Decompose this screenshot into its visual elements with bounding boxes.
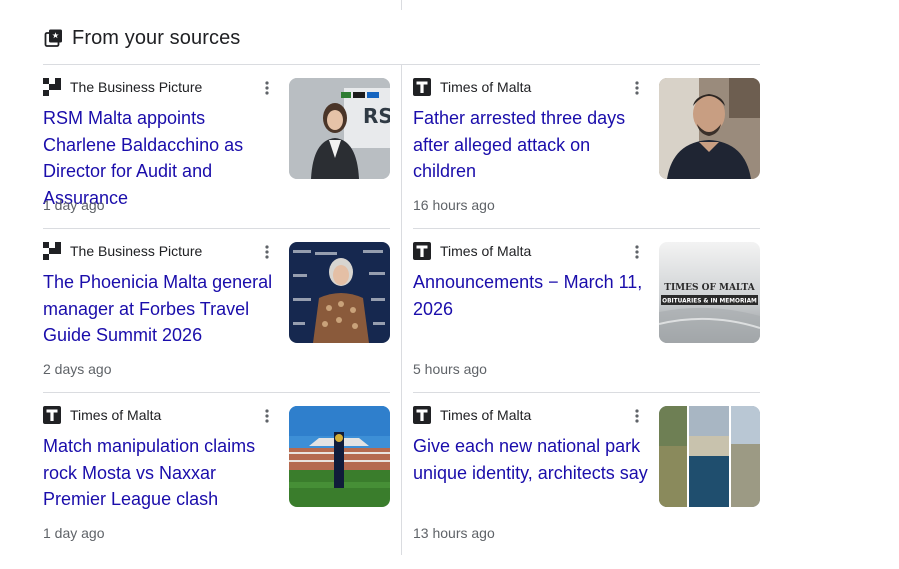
article-thumbnail[interactable]	[659, 78, 760, 179]
more-vert-icon	[635, 81, 639, 95]
more-options-button[interactable]	[257, 79, 277, 97]
more-vert-icon	[265, 245, 269, 259]
news-grid: The Business Picture RSM Malta appoints …	[43, 65, 760, 555]
thumbnail-image	[659, 406, 760, 507]
times-of-malta-logo-icon	[413, 78, 431, 96]
article-thumbnail[interactable]: TIMES OF MALTA OBITUARIES & IN MEMORIAM	[659, 242, 760, 343]
more-options-button[interactable]	[627, 79, 647, 97]
headline-link[interactable]: Match manipulation claims rock Mosta vs …	[43, 433, 283, 513]
thumb-logo-text: RS	[363, 104, 390, 128]
source-name[interactable]: Times of Malta	[440, 243, 531, 259]
news-card-announcements[interactable]: Times of Malta Announcements − March 11,…	[413, 229, 760, 393]
section-title: From your sources	[72, 26, 241, 49]
headline-link[interactable]: Give each new national park unique ident…	[413, 433, 653, 486]
headline-link[interactable]: RSM Malta appoints Charlene Baldacchino …	[43, 105, 283, 211]
headline-link[interactable]: The Phoenicia Malta general manager at F…	[43, 269, 283, 349]
article-thumbnail[interactable]: RS	[289, 78, 390, 179]
more-vert-icon	[265, 81, 269, 95]
article-thumbnail[interactable]	[659, 406, 760, 507]
thumbnail-image	[659, 78, 760, 179]
thumb-banner-text: OBITUARIES & IN MEMORIAM	[662, 299, 757, 305]
section-header: From your sources	[44, 24, 240, 52]
thumbnail-image	[289, 406, 390, 507]
news-card-father-arrested[interactable]: Times of Malta Father arrested three day…	[413, 65, 760, 229]
more-vert-icon	[635, 245, 639, 259]
source-name[interactable]: Times of Malta	[440, 407, 531, 423]
source-row: The Business Picture	[43, 242, 202, 260]
more-options-button[interactable]	[627, 243, 647, 261]
sources-icon	[44, 29, 62, 47]
source-name[interactable]: Times of Malta	[70, 407, 161, 423]
news-card-national-park[interactable]: Times of Malta Give each new national pa…	[413, 393, 760, 557]
top-column-divider	[401, 0, 402, 10]
headline-link[interactable]: Father arrested three days after alleged…	[413, 105, 653, 185]
news-card-rsm-malta[interactable]: The Business Picture RSM Malta appoints …	[43, 65, 390, 229]
source-name[interactable]: The Business Picture	[70, 243, 202, 259]
source-name[interactable]: Times of Malta	[440, 79, 531, 95]
thumbnail-image	[289, 242, 390, 343]
timestamp: 1 day ago	[43, 525, 105, 541]
business-picture-logo-icon	[43, 78, 61, 96]
thumb-masthead-text: TIMES OF MALTA	[664, 283, 755, 293]
news-card-phoenicia-malta[interactable]: The Business Picture The Phoenicia Malta…	[43, 229, 390, 393]
thumbnail-image: RS	[289, 78, 390, 179]
timestamp: 2 days ago	[43, 361, 112, 377]
timestamp: 5 hours ago	[413, 361, 487, 377]
times-of-malta-logo-icon	[43, 406, 61, 424]
article-thumbnail[interactable]	[289, 406, 390, 507]
more-vert-icon	[265, 409, 269, 423]
business-picture-logo-icon	[43, 242, 61, 260]
timestamp: 13 hours ago	[413, 525, 495, 541]
source-row: Times of Malta	[413, 78, 531, 96]
source-row: Times of Malta	[43, 406, 161, 424]
more-options-button[interactable]	[257, 407, 277, 425]
times-of-malta-logo-icon	[413, 242, 431, 260]
source-row: Times of Malta	[413, 242, 531, 260]
article-thumbnail[interactable]	[289, 242, 390, 343]
timestamp: 16 hours ago	[413, 197, 495, 213]
column-divider	[401, 65, 402, 555]
thumbnail-image: TIMES OF MALTA OBITUARIES & IN MEMORIAM	[659, 242, 760, 343]
more-options-button[interactable]	[257, 243, 277, 261]
headline-link[interactable]: Announcements − March 11, 2026	[413, 269, 653, 322]
times-of-malta-logo-icon	[413, 406, 431, 424]
news-card-match-manipulation[interactable]: Times of Malta Match manipulation claims…	[43, 393, 390, 557]
timestamp: 1 day ago	[43, 197, 105, 213]
source-name[interactable]: The Business Picture	[70, 79, 202, 95]
more-options-button[interactable]	[627, 407, 647, 425]
source-row: The Business Picture	[43, 78, 202, 96]
more-vert-icon	[635, 409, 639, 423]
source-row: Times of Malta	[413, 406, 531, 424]
